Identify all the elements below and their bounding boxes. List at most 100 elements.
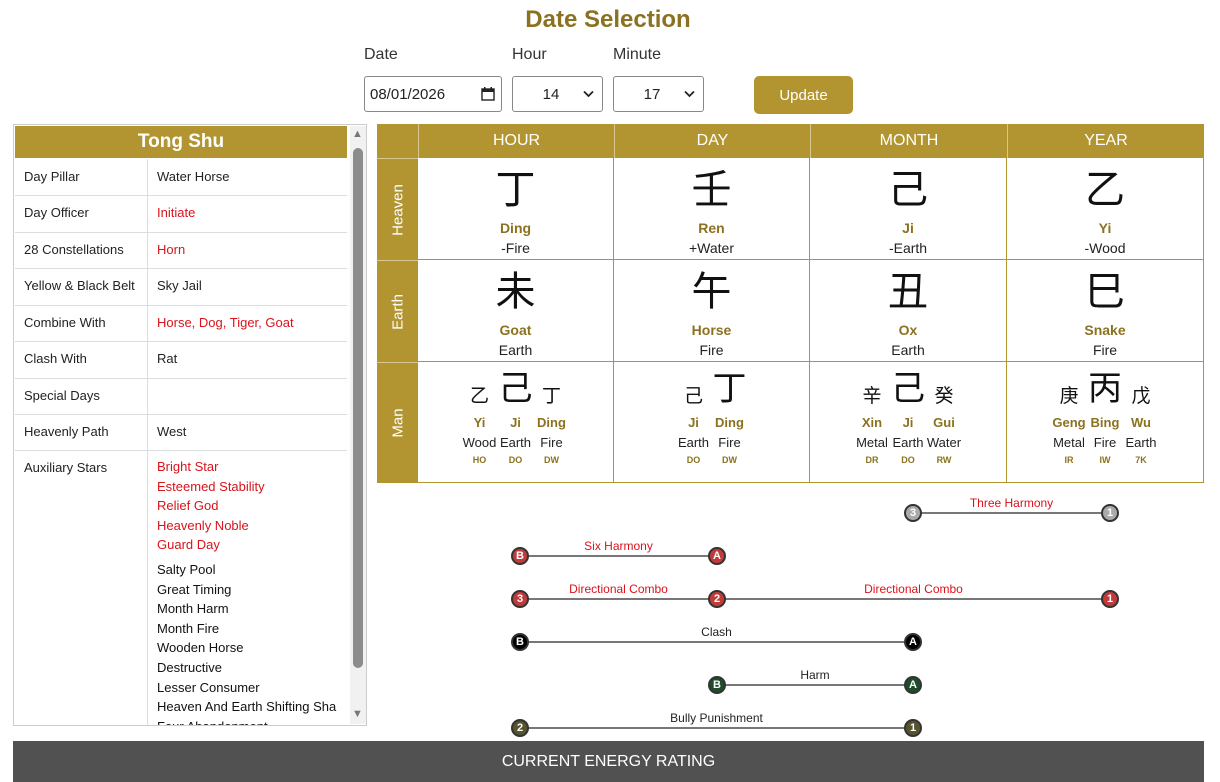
auxiliary-star: Lesser Consumer <box>157 679 260 695</box>
ten-god: DO <box>686 455 701 465</box>
calendar-icon[interactable] <box>481 87 495 101</box>
relation-node[interactable]: 2 <box>511 719 529 737</box>
row-header-man: Man <box>377 362 418 483</box>
tong-shu-key: Special Days <box>15 378 148 414</box>
element-name: Wood <box>462 435 497 450</box>
row-header-heaven: Heaven <box>377 158 418 260</box>
relation-line <box>520 555 717 557</box>
relation-line <box>520 598 1110 600</box>
stem-name: Ji <box>688 415 699 430</box>
relation-label: Directional Combo <box>864 582 963 596</box>
hour-value: 14 <box>542 85 560 103</box>
stem-name: Ox <box>898 322 918 338</box>
relation-node[interactable]: 1 <box>904 719 922 737</box>
heaven-cell: 己 Ji -Earth <box>810 158 1007 260</box>
relation-label: Bully Punishment <box>670 711 763 725</box>
tong-shu-key: Day Officer <box>15 195 148 232</box>
element-name: Earth <box>677 435 710 450</box>
minute-label: Minute <box>613 46 662 63</box>
chinese-character: 丙 <box>1088 369 1122 409</box>
hidden-stems: 己 Ji Earth DO 丁 Ding Fire DW <box>614 369 809 465</box>
chinese-character: 己 <box>498 369 533 409</box>
relation-node[interactable]: 3 <box>904 504 922 522</box>
element-name: Earth <box>892 435 924 450</box>
ten-god: 7K <box>1135 455 1147 465</box>
stem-name: Yi <box>1098 220 1112 236</box>
relation-node[interactable]: A <box>904 633 922 651</box>
energy-rating-bar[interactable]: CURRENT ENERGY RATING <box>13 741 1204 782</box>
ten-god: DO <box>508 455 523 465</box>
column-header-year: YEAR <box>1007 124 1204 158</box>
relation-node[interactable]: B <box>511 547 529 565</box>
ten-god: IR <box>1064 455 1074 465</box>
relation-node[interactable]: 1 <box>1101 590 1119 608</box>
element-name: Earth <box>499 435 532 450</box>
element-name: Earth <box>891 342 925 358</box>
element-name: Earth <box>1125 435 1157 450</box>
auxiliary-star: Four Abandonment <box>157 717 336 725</box>
auxiliary-stars-label: Auxiliary Stars <box>15 450 148 725</box>
relation-label: Six Harmony <box>584 539 653 553</box>
element-name: +Water <box>689 240 734 256</box>
stem-name: Ji <box>902 415 914 430</box>
grid-corner <box>377 124 418 158</box>
four-pillars-grid: HOUR DAY MONTH YEAR Heaven Earth Man 丁 Ding -Fire… <box>377 124 1204 483</box>
column-header-hour: HOUR <box>418 124 614 158</box>
ten-god: DR <box>865 455 879 465</box>
tong-shu-title: Tong Shu <box>15 126 347 158</box>
arrow-down-icon[interactable]: ▼ <box>352 708 363 720</box>
auxiliary-star: Month Fire <box>157 620 220 636</box>
element-name: Metal <box>856 435 888 450</box>
scrollbar-thumb[interactable] <box>353 148 363 668</box>
hour-label: Hour <box>512 46 547 63</box>
element-name: -Wood <box>1084 240 1126 256</box>
relation-node[interactable]: B <box>708 676 726 694</box>
scrollbar[interactable]: ▲ ▼ <box>350 126 366 724</box>
chinese-character: 巳 <box>1085 269 1125 315</box>
hidden-stem: 己 Ji Earth DO <box>676 370 712 465</box>
tong-shu-value: Rat <box>157 351 178 366</box>
arrow-up-icon[interactable]: ▲ <box>352 128 363 140</box>
row-header-label: Man <box>389 408 406 438</box>
relation-node[interactable]: A <box>904 676 922 694</box>
element-name: Fire <box>1093 435 1117 450</box>
relation-node[interactable]: B <box>511 633 529 651</box>
stem-name: Snake <box>1084 322 1126 338</box>
chinese-character: 己 <box>683 385 703 407</box>
update-button[interactable]: Update <box>754 76 853 114</box>
relation-node[interactable]: 2 <box>708 590 726 608</box>
auxiliary-star: Destructive <box>157 659 223 675</box>
relation-label: Directional Combo <box>569 582 668 596</box>
stem-name: Xin <box>861 415 883 430</box>
relation-node[interactable]: 1 <box>1101 504 1119 522</box>
chinese-character: 癸 <box>934 385 954 407</box>
relation-node[interactable]: A <box>708 547 726 565</box>
hidden-stem: 庚 Geng Metal IR <box>1051 370 1087 465</box>
row-header-label: Heaven <box>389 183 406 236</box>
minute-select[interactable]: 17 <box>613 76 704 112</box>
tong-shu-row: Yellow & Black Belt Sky Jail <box>15 268 347 306</box>
element-name: Fire <box>718 435 741 450</box>
element-name: Fire <box>540 435 563 450</box>
tong-shu-panel[interactable]: Tong Shu Day Pillar Water Horse Day Office… <box>13 124 367 726</box>
tong-shu-row: Clash With Rat <box>15 341 347 379</box>
element-name: Fire <box>1092 342 1118 358</box>
relation-label: Clash <box>701 625 732 639</box>
tong-shu-row: Combine With Horse, Dog, Tiger, Goat <box>15 305 347 342</box>
earth-cell: 未 Goat Earth <box>418 260 614 362</box>
heaven-cell: 壬 Ren +Water <box>614 158 810 260</box>
tong-shu-key: Heavenly Path <box>15 414 148 450</box>
hidden-stem: 辛 Xin Metal DR <box>854 370 890 465</box>
relation-line <box>520 641 913 643</box>
tong-shu-key: Clash With <box>15 341 148 378</box>
relation-node[interactable]: 3 <box>511 590 529 608</box>
earth-cell: 午 Horse Fire <box>614 260 810 362</box>
element-name: -Earth <box>888 240 928 256</box>
chinese-character: 丁 <box>541 385 561 407</box>
date-input[interactable]: 08/01/2026 <box>364 76 502 112</box>
earth-cell: 巳 Snake Fire <box>1007 260 1204 362</box>
hour-select[interactable]: 14 <box>512 76 603 112</box>
heaven-cell: 乙 Yi -Wood <box>1007 158 1204 260</box>
chinese-character: 己 <box>888 167 928 213</box>
chinese-character: 庚 <box>1059 385 1079 407</box>
